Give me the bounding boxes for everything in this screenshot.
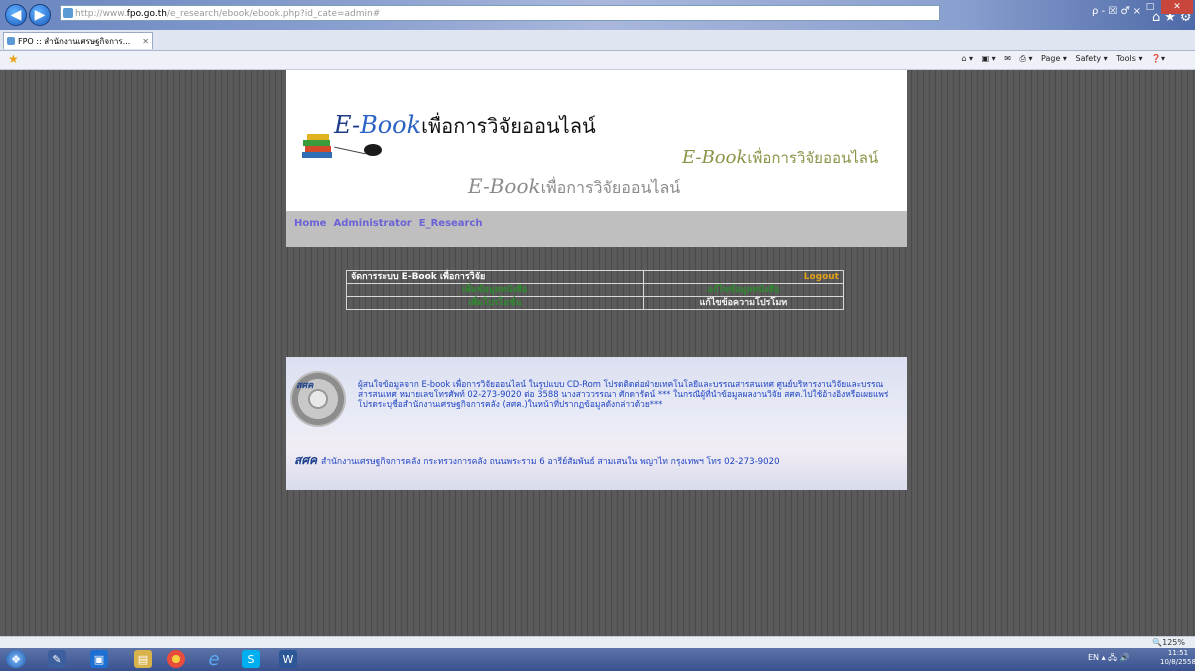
minimize-button[interactable]: –	[1117, 0, 1139, 14]
command-bar: ⌂ ▾ ▣ ▾ ✉ ⎙ ▾ Page ▾ Safety ▾ Tools ▾ ❓▾	[955, 54, 1165, 64]
ebook-page: E-Bookเพื่อการวิจัยออนไลน์ E-Bookเพื่อกา…	[286, 70, 907, 490]
edit-promo-text-link[interactable]: แก้ไขข้อความโปรโมท	[642, 296, 845, 310]
store-app-icon[interactable]: ▣	[90, 650, 108, 668]
clock[interactable]: 11:51 10/8/2558	[1160, 649, 1195, 667]
tab-favicon-icon	[7, 37, 15, 45]
address-bar[interactable]: http://www.fpo.go.th/e_research/ebook/eb…	[60, 5, 940, 21]
nav-home-link[interactable]: Home	[294, 218, 326, 229]
system-tray[interactable]: EN ▴ 🖧 🔊	[1088, 652, 1130, 666]
close-window-button[interactable]: ✕	[1161, 0, 1193, 14]
back-button[interactable]: ◀	[5, 4, 27, 26]
admin-menu-table: จัดการระบบ E-Book เพื่อการวิจัย Logout เ…	[346, 270, 845, 310]
banner-logo-secondary: E-Bookเพื่อการวิจัยออนไลน์	[682, 147, 879, 168]
cd-rom-icon: สศค	[290, 371, 346, 427]
window-controls: – □ ✕	[1117, 0, 1193, 14]
print-icon[interactable]: ⎙ ▾	[1020, 54, 1033, 63]
tools-menu[interactable]: Tools ▾	[1116, 54, 1142, 63]
safety-menu[interactable]: Safety ▾	[1076, 54, 1108, 63]
favorites-bar: ★ ⌂ ▾ ▣ ▾ ✉ ⎙ ▾ Page ▾ Safety ▾ Tools ▾ …	[0, 51, 1195, 70]
main-nav: Home Administrator E_Research	[286, 211, 907, 247]
page-viewport: E-Bookเพื่อการวิจัยออนไลน์ E-Bookเพื่อกา…	[0, 70, 1195, 636]
banner-logo-main: E-Bookเพื่อการวิจัยออนไลน์	[334, 111, 596, 139]
add-favorites-star-icon[interactable]: ★	[8, 52, 19, 66]
edit-book-link[interactable]: แก้ไขข้อมูลหนังสือ	[642, 283, 845, 297]
footer-address: สศค สำนักงานเศรษฐกิจการคลัง กระทรวงการคลั…	[294, 453, 780, 467]
computer-mouse-icon	[364, 144, 382, 156]
start-button-icon[interactable]: ❖	[6, 650, 26, 668]
browser-titlebar: ◀ ▶ http://www.fpo.go.th/e_research/eboo…	[0, 0, 1195, 30]
banner: E-Bookเพื่อการวิจัยออนไลน์ E-Bookเพื่อกา…	[286, 70, 907, 211]
footer-notice: ผู้สนใจข้อมูลจาก E-book เพื่อการวิจัยออน…	[358, 379, 889, 409]
clock-date: 10/8/2558	[1160, 658, 1195, 666]
browser-tab[interactable]: FPO :: สำนักงานเศรษฐกิจการ... ✕	[3, 32, 153, 49]
nav-e-research-link[interactable]: E_Research	[419, 218, 483, 229]
zoom-level[interactable]: 🔍125%	[1152, 638, 1185, 647]
fpo-logo: สศค	[294, 453, 317, 467]
books-icon	[302, 132, 332, 162]
feeds-icon[interactable]: ▣ ▾	[982, 54, 996, 63]
close-tab-icon[interactable]: ✕	[142, 33, 149, 49]
home-menu-icon[interactable]: ⌂ ▾	[961, 54, 973, 63]
logout-link[interactable]: Logout	[642, 270, 845, 284]
nav-administrator-link[interactable]: Administrator	[333, 218, 411, 229]
chrome-icon[interactable]	[167, 650, 185, 668]
mouse-cable	[334, 146, 366, 155]
file-explorer-icon[interactable]: ▤	[134, 650, 152, 668]
word-icon[interactable]: W	[279, 650, 297, 668]
help-icon[interactable]: ❓▾	[1151, 54, 1165, 63]
banner-logo-tertiary: E-Bookเพื่อการวิจัยออนไลน์	[468, 174, 681, 198]
settings-app-icon[interactable]: ✎	[48, 650, 66, 668]
page-menu[interactable]: Page ▾	[1041, 54, 1067, 63]
windows-taskbar: ❖ ✎ ▣ ▤ e S W EN ▴ 🖧 🔊 11:51 10/8/2558	[0, 648, 1195, 671]
tab-row: FPO :: สำนักงานเศรษฐกิจการ... ✕	[0, 30, 1195, 51]
tab-title: FPO :: สำนักงานเศรษฐกิจการ...	[18, 37, 131, 46]
admin-title: จัดการระบบ E-Book เพื่อการวิจัย	[346, 270, 644, 284]
mail-icon[interactable]: ✉	[1004, 54, 1011, 63]
url-path: /e_research/ebook/ebook.php?id_cate=admi…	[166, 9, 381, 19]
internet-explorer-icon[interactable]: e	[205, 649, 223, 670]
skype-icon[interactable]: S	[242, 650, 260, 668]
add-book-link[interactable]: เพิ่มข้อมูลหนังสือ	[346, 283, 644, 297]
footer: สศค ผู้สนใจข้อมูลจาก E-book เพื่อการวิจั…	[286, 357, 907, 490]
forward-button[interactable]: ▶	[29, 4, 51, 26]
url-host: fpo.go.th	[126, 9, 167, 19]
add-promotion-link[interactable]: เพิ่มโปรโมชั่น	[346, 296, 644, 310]
site-favicon-icon	[63, 8, 73, 18]
clock-time: 11:51	[1167, 649, 1189, 657]
maximize-button[interactable]: □	[1139, 0, 1161, 14]
cd-label: สศค	[296, 381, 314, 391]
